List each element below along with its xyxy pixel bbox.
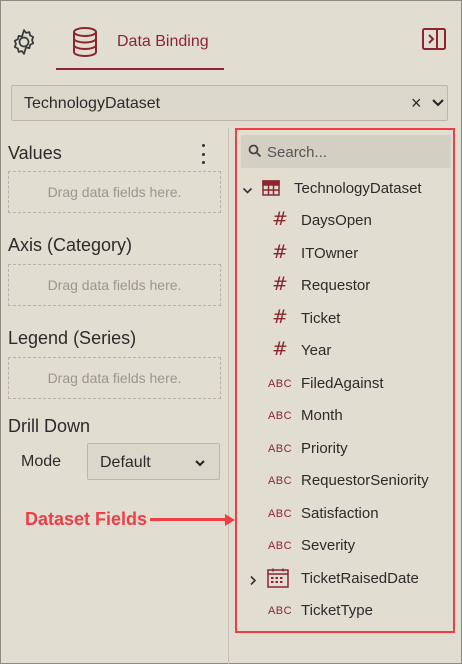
dropzone-hint: Drag data fields here. <box>47 184 182 200</box>
number-field-icon: # <box>272 241 288 263</box>
field-item-label: TicketRaisedDate <box>301 570 419 587</box>
values-dropzone[interactable]: Drag data fields here. <box>8 171 221 213</box>
field-item[interactable]: ABC Month <box>238 403 453 429</box>
chevron-down-icon <box>194 456 206 468</box>
search-input[interactable] <box>265 135 449 170</box>
tab-label: Data Binding <box>117 33 209 50</box>
dataset-tree-root-label: TechnologyDataset <box>294 180 422 197</box>
legend-title: Legend (Series) <box>8 328 137 348</box>
number-field-icon: # <box>272 273 288 295</box>
field-item-label: Severity <box>301 537 356 554</box>
dropzone-hint: Drag data fields here. <box>47 277 182 293</box>
string-field-icon: ABC <box>267 475 293 487</box>
field-item-label: FiledAgainst <box>301 375 384 392</box>
annotation-arrow-line <box>150 518 226 521</box>
field-item-label: Month <box>301 407 343 424</box>
chevron-down-icon[interactable] <box>431 96 445 110</box>
field-item[interactable]: # Year <box>238 338 453 364</box>
field-item-label: ITOwner <box>301 245 359 262</box>
drill-down-title: Drill Down <box>8 416 91 436</box>
dataset-select-value: TechnologyDataset <box>24 95 161 112</box>
annotation-arrow-head <box>225 514 235 526</box>
number-field-icon: # <box>272 208 288 230</box>
field-item-label: TicketType <box>301 602 373 619</box>
field-item-label: Requestor <box>301 277 371 294</box>
search-icon <box>248 144 262 158</box>
field-search[interactable] <box>241 135 451 170</box>
dataset-tree-root[interactable]: TechnologyDataset <box>238 177 453 201</box>
gear-icon[interactable] <box>8 27 40 57</box>
string-field-icon: ABC <box>267 378 293 390</box>
axis-dropzone[interactable]: Drag data fields here. <box>8 264 221 306</box>
dropzone-hint: Drag data fields here. <box>47 370 182 386</box>
mode-label: Mode <box>21 453 62 470</box>
field-item-label: RequestorSeniority <box>301 472 429 489</box>
mode-select[interactable]: Default <box>87 443 220 480</box>
string-field-icon: ABC <box>267 540 293 552</box>
column-divider <box>228 128 229 664</box>
string-field-icon: ABC <box>267 410 293 422</box>
field-item-label: Year <box>301 342 332 359</box>
legend-dropzone[interactable]: Drag data fields here. <box>8 357 221 399</box>
number-field-icon: # <box>272 338 288 360</box>
active-tab-indicator <box>56 68 224 70</box>
field-item-label: Ticket <box>301 310 341 327</box>
field-item[interactable]: # Ticket <box>238 306 453 332</box>
field-item-label: Priority <box>301 440 348 457</box>
string-field-icon: ABC <box>267 605 293 617</box>
field-item[interactable]: ABC RequestorSeniority <box>238 468 453 494</box>
axis-title: Axis (Category) <box>8 235 133 255</box>
field-item[interactable]: ABC Severity <box>238 533 453 559</box>
clear-icon[interactable]: × <box>411 93 422 114</box>
chevron-right-icon[interactable] <box>249 573 258 586</box>
field-item[interactable]: # DaysOpen <box>238 208 453 234</box>
field-item[interactable]: # ITOwner <box>238 241 453 267</box>
number-field-icon: # <box>272 306 288 328</box>
string-field-icon: ABC <box>267 443 293 455</box>
values-title: Values <box>8 143 62 163</box>
field-item-label: Satisfaction <box>301 505 379 522</box>
dataset-select[interactable]: TechnologyDataset × <box>11 85 448 121</box>
field-item-label: DaysOpen <box>301 212 372 229</box>
field-item[interactable]: TicketRaisedDate <box>238 566 453 592</box>
field-item[interactable]: # Requestor <box>238 273 453 299</box>
database-icon <box>70 26 100 58</box>
calendar-icon <box>267 568 289 588</box>
table-icon <box>262 180 280 196</box>
field-item[interactable]: ABC FiledAgainst <box>238 371 453 397</box>
chevron-down-icon[interactable] <box>242 183 253 194</box>
tab-data-binding[interactable]: Data Binding <box>56 20 224 70</box>
panel-toggle-icon[interactable] <box>421 27 449 53</box>
annotation-label: Dataset Fields <box>25 509 148 529</box>
field-item[interactable]: ABC Priority <box>238 436 453 462</box>
field-item[interactable]: ABC Satisfaction <box>238 501 453 527</box>
more-options-icon[interactable] <box>198 144 208 164</box>
string-field-icon: ABC <box>267 508 293 520</box>
mode-select-value: Default <box>100 454 151 471</box>
field-item[interactable]: ABC TicketType <box>238 598 453 624</box>
